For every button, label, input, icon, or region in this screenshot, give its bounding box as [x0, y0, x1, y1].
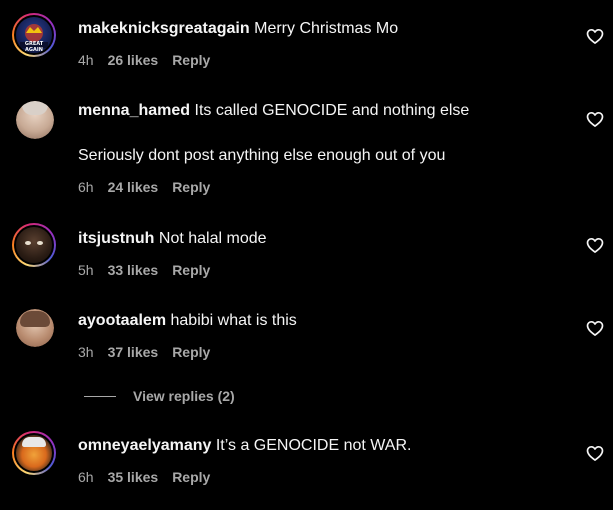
comment-username[interactable]: ayootaalem	[78, 312, 166, 329]
comment-meta: 6h 35 likes Reply	[78, 468, 224, 486]
view-replies-divider	[84, 395, 116, 397]
view-replies-label: View replies (2)	[133, 388, 235, 404]
avatar-logo-text: GREAT AGAIN	[24, 41, 44, 53]
avatar[interactable]	[16, 309, 54, 347]
reply-button[interactable]: Reply	[172, 52, 210, 68]
avatar[interactable]: GREAT AGAIN	[12, 13, 56, 57]
heart-outline-icon[interactable]	[585, 109, 605, 129]
comment-text: habibi what is this	[170, 312, 297, 329]
comment-text-line: makeknicksgreatagain Merry Christmas Mo	[78, 19, 398, 39]
comment-text-line: ayootaalem habibi what is this	[78, 311, 297, 331]
avatar[interactable]	[12, 431, 56, 475]
avatar[interactable]	[12, 223, 56, 267]
comment-likes[interactable]: 33 likes	[108, 262, 159, 278]
comment-text-line: menna_hamed Its called GENOCIDE and noth…	[78, 101, 469, 121]
reply-button[interactable]: Reply	[172, 179, 210, 195]
comment-text-continued: Seriously dont post anything else enough…	[78, 147, 446, 164]
comment-time: 6h	[78, 179, 94, 195]
view-replies-button[interactable]: View replies (2)	[84, 386, 235, 406]
comment-text: Merry Christmas Mo	[254, 20, 399, 37]
comment-username[interactable]: menna_hamed	[78, 102, 190, 119]
heart-outline-icon[interactable]	[585, 26, 605, 46]
comment-meta: 3h 37 likes Reply	[78, 343, 224, 361]
comment-meta: 5h 33 likes Reply	[78, 261, 224, 279]
comment-text: Its called GENOCIDE and nothing else	[194, 102, 470, 119]
comment-meta: 4h 26 likes Reply	[78, 51, 224, 69]
comment-time: 5h	[78, 262, 94, 278]
comment-text: It’s a GENOCIDE not WAR.	[215, 437, 412, 454]
reply-button[interactable]: Reply	[172, 262, 210, 278]
comment-text-line: itsjustnuh Not halal mode	[78, 229, 267, 249]
heart-outline-icon[interactable]	[585, 443, 605, 463]
comment-username[interactable]: itsjustnuh	[78, 230, 154, 247]
comment-likes[interactable]: 35 likes	[108, 469, 159, 485]
comment-likes[interactable]: 24 likes	[108, 179, 159, 195]
comment-time: 3h	[78, 344, 94, 360]
comment-meta: 6h 24 likes Reply	[78, 178, 224, 196]
heart-outline-icon[interactable]	[585, 318, 605, 338]
comment-likes[interactable]: 37 likes	[108, 344, 159, 360]
comment-time: 4h	[78, 52, 94, 68]
comment-text: Not halal mode	[158, 230, 267, 247]
reply-button[interactable]: Reply	[172, 344, 210, 360]
avatar[interactable]	[16, 101, 54, 139]
heart-outline-icon[interactable]	[585, 235, 605, 255]
comment-username[interactable]: omneyaelyamany	[78, 437, 211, 454]
comment-likes[interactable]: 26 likes	[108, 52, 159, 68]
comment-text-line: omneyaelyamany It’s a GENOCIDE not WAR.	[78, 436, 411, 456]
comment-time: 6h	[78, 469, 94, 485]
comment-username[interactable]: makeknicksgreatagain	[78, 20, 250, 37]
reply-button[interactable]: Reply	[172, 469, 210, 485]
